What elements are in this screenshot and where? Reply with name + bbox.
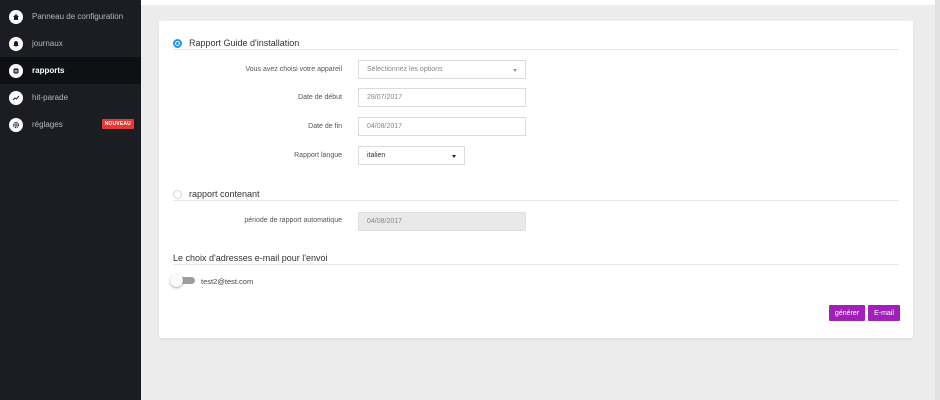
bell-icon: [9, 36, 23, 51]
report-card: Rapport Guide d'installation Vous avez c…: [159, 21, 913, 338]
generate-button[interactable]: générer: [829, 305, 865, 321]
home-icon: [9, 9, 23, 24]
trend-icon: [9, 90, 23, 105]
section-title: rapport contenant: [189, 189, 260, 199]
installation-report-header: Rapport Guide d'installation: [173, 38, 299, 48]
email-toggle[interactable]: [170, 274, 196, 287]
chevron-down-icon: [513, 69, 517, 72]
divider: [173, 264, 899, 265]
section-title: Rapport Guide d'installation: [189, 38, 300, 48]
gear-icon: [9, 117, 23, 132]
sidebar-item-label: rapports: [32, 66, 65, 75]
start-date-label: Date de début: [298, 94, 342, 101]
sidebar-item-hit-parade[interactable]: hit-parade: [0, 84, 141, 111]
installation-report-radio[interactable]: [173, 38, 182, 48]
auto-report-radio[interactable]: [173, 189, 182, 199]
toggle-knob: [170, 274, 183, 287]
sidebar-item-logs[interactable]: journaux: [0, 30, 141, 57]
start-date-field[interactable]: 28/07/2017: [358, 88, 526, 107]
top-bar: [141, 0, 940, 5]
divider: [173, 49, 899, 50]
sidebar-item-reports[interactable]: rapports: [0, 57, 141, 84]
chevron-down-icon: [452, 155, 456, 158]
sidebar-item-settings[interactable]: réglages NOUVEAU: [0, 111, 141, 138]
auto-period-value: 04/08/2017: [367, 218, 403, 225]
language-select[interactable]: italien: [358, 146, 465, 165]
device-placeholder: Sélectionnez les options: [367, 66, 443, 73]
divider: [173, 200, 899, 201]
sidebar: Panneau de configuration journaux rappor…: [0, 0, 141, 400]
end-date-field[interactable]: 04/08/2017: [358, 117, 526, 136]
auto-period-label: période de rapport automatique: [244, 217, 342, 224]
sidebar-item-dashboard[interactable]: Panneau de configuration: [0, 3, 141, 30]
scrollbar[interactable]: [935, 0, 940, 400]
sidebar-item-label: hit-parade: [32, 93, 69, 102]
device-select[interactable]: Sélectionnez les options: [358, 60, 526, 79]
language-label: Rapport langue: [294, 152, 342, 159]
auto-period-field: 04/08/2017: [358, 212, 526, 231]
sidebar-item-label: Panneau de configuration: [32, 12, 124, 21]
sidebar-item-label: réglages: [32, 120, 63, 129]
start-date-value: 28/07/2017: [367, 94, 403, 101]
sidebar-item-label: journaux: [32, 39, 63, 48]
report-icon: [9, 63, 23, 78]
section-title: Le choix d'adresses e-mail pour l'envoi: [173, 253, 328, 263]
email-section-header: Le choix d'adresses e-mail pour l'envoi: [173, 253, 328, 263]
email-button[interactable]: E-mail: [868, 305, 900, 321]
email-address: test2@test.com: [201, 277, 254, 286]
end-date-value: 04/08/2017: [367, 123, 403, 130]
device-label: Vous avez choisi votre appareil: [245, 66, 343, 73]
end-date-label: Date de fin: [308, 123, 342, 130]
language-value: italien: [367, 152, 386, 159]
auto-report-header: rapport contenant: [173, 189, 260, 199]
